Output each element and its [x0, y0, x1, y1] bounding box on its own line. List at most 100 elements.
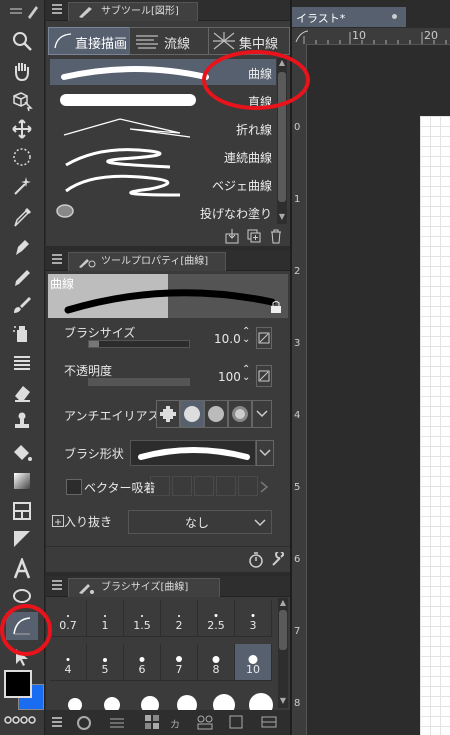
brush-size-value[interactable]: 10.0 [214, 332, 241, 346]
antialias-strong[interactable] [228, 400, 252, 428]
material-icon[interactable] [228, 714, 244, 730]
tool-frame[interactable] [6, 498, 38, 524]
layer-icon[interactable] [260, 714, 278, 730]
ruler-left: 0 1 2 3 4 5 6 7 8 [292, 44, 307, 735]
tool-move[interactable] [6, 116, 38, 142]
antialias-weak[interactable] [180, 400, 204, 428]
brush-shape-select[interactable] [130, 440, 256, 466]
color-slider-icon[interactable] [108, 715, 126, 731]
tool-brush[interactable] [6, 292, 38, 318]
tool-gradient[interactable] [6, 468, 38, 494]
size-cell[interactable]: 2 [161, 600, 198, 637]
size-cell[interactable]: 3 [235, 600, 272, 637]
antialias-none[interactable] [156, 400, 180, 428]
brush-size-slider[interactable] [88, 340, 190, 348]
duplicate-icon[interactable] [246, 228, 262, 244]
import-icon[interactable] [224, 228, 240, 244]
size-cell[interactable]: 4 [50, 644, 87, 681]
tool-selection[interactable] [6, 144, 38, 170]
tool-decoration[interactable] [6, 350, 38, 376]
brushsize-tab[interactable]: ブラシサイズ[曲線] [68, 578, 220, 597]
opacity-value[interactable]: 100 [218, 370, 241, 384]
subtool-item-continuous-curve[interactable]: 連続曲線 [50, 143, 276, 169]
property-tab[interactable]: ツールプロパティ[曲線] [68, 252, 226, 271]
tab-direct-draw[interactable]: 直接描画 [48, 27, 130, 55]
subtool-item-lasso-fill[interactable]: 投げなわ塗り [50, 199, 276, 225]
opacity-slider[interactable] [88, 378, 190, 386]
color-set-icon[interactable] [144, 714, 160, 730]
curve-preview-stroke [64, 289, 276, 314]
antialias-dropdown[interactable] [252, 400, 272, 428]
brush-size-grid: 0.7 1 1.5 2 2.5 3 4 5 6 7 8 10 [50, 600, 276, 717]
size-cell[interactable]: 5 [87, 644, 124, 681]
subtool-item-bezier[interactable]: ベジェ曲線 [50, 171, 276, 197]
unsaved-dot-icon[interactable] [392, 14, 397, 19]
antialias-medium[interactable] [204, 400, 228, 428]
scroll-down-icon[interactable]: ▼ [279, 696, 287, 706]
wrench-icon[interactable] [270, 552, 286, 568]
main-color-swatch[interactable] [4, 670, 32, 698]
chevron-down-icon [259, 449, 271, 457]
antialias-selector[interactable] [156, 400, 272, 428]
vector-snap-checkbox[interactable] [66, 479, 82, 495]
brush-size-pressure-button[interactable] [256, 327, 272, 349]
tool-airbrush[interactable] [6, 320, 38, 346]
size-cell[interactable]: 2.5 [198, 600, 235, 637]
size-cell[interactable]: 6 [124, 644, 161, 681]
size-cell[interactable]: 8 [198, 644, 235, 681]
panel-menu-icon[interactable] [52, 254, 62, 264]
scroll-up-icon[interactable]: ▲ [279, 598, 287, 608]
brush-shape-dropdown[interactable] [256, 440, 274, 466]
entry-exit-expand[interactable] [52, 515, 64, 527]
tool-eraser[interactable] [6, 380, 38, 406]
color-wheel-icon[interactable] [76, 715, 92, 731]
panel-menu-icon[interactable] [52, 4, 62, 14]
tool-blend[interactable] [6, 408, 38, 434]
scroll-thumb[interactable] [279, 610, 287, 650]
size-cell[interactable]: 1 [87, 600, 124, 637]
size-cell[interactable]: 1.5 [124, 600, 161, 637]
entry-exit-select[interactable]: なし [128, 510, 272, 534]
tool-auto-select[interactable] [6, 172, 38, 198]
canvas-paper[interactable] [420, 116, 450, 735]
chevron-right-icon[interactable] [258, 480, 270, 494]
panel-menu-icon[interactable] [52, 580, 62, 590]
transparent-color-switch[interactable] [4, 714, 40, 724]
tool-zoom[interactable] [6, 28, 38, 54]
collapse-handle[interactable] [6, 3, 38, 21]
subtool-item-label: 投げなわ塗り [199, 207, 272, 221]
stopwatch-icon[interactable] [248, 552, 264, 568]
tool-property-panel: ツールプロパティ[曲線] 曲線 ブラシサイズ 10.0 ⌃ ⌄ 不透明度 100 … [46, 250, 290, 572]
document-tab[interactable]: イラスト* [292, 7, 406, 27]
paint-bucket-icon [14, 445, 32, 461]
size-cell[interactable]: 7 [161, 644, 198, 681]
panel-menu-icon[interactable] [52, 717, 62, 727]
vector-snap-options[interactable] [150, 476, 258, 496]
bezier-curve-preview [65, 174, 181, 197]
tab-glyph[interactable]: カ [170, 716, 180, 731]
opacity-spinner[interactable]: ⌃ ⌄ [242, 365, 250, 383]
tool-eyedropper[interactable] [6, 204, 38, 230]
tool-hand[interactable] [6, 58, 38, 84]
subtool-item-label: 連続曲線 [223, 151, 272, 165]
highlight-ring-curve [202, 50, 310, 110]
ruler-triangle-icon [14, 531, 30, 547]
lock-icon[interactable] [270, 300, 282, 314]
history-icon[interactable] [196, 714, 214, 730]
tool-ruler[interactable] [6, 526, 38, 552]
tool-pen[interactable] [6, 234, 38, 260]
tool-text[interactable] [6, 556, 38, 582]
size-cell[interactable]: 0.7 [50, 600, 87, 637]
tab-streamline[interactable]: 流線 [129, 27, 209, 55]
opacity-pressure-button[interactable] [256, 365, 272, 387]
subtool-tab[interactable]: サブツール[図形] [68, 2, 198, 21]
tool-pencil[interactable] [6, 264, 38, 290]
size-cell-selected[interactable]: 10 [235, 644, 272, 681]
tool-object[interactable] [6, 88, 38, 114]
subtool-item-polyline[interactable]: 折れ線 [50, 115, 276, 141]
trash-icon[interactable] [268, 228, 284, 244]
brush-size-spinner[interactable]: ⌃ ⌄ [242, 327, 250, 345]
scroll-down-icon[interactable]: ▼ [278, 212, 286, 222]
brushsize-scrollbar[interactable]: ▲ ▼ [278, 598, 288, 708]
tool-fill[interactable] [6, 440, 38, 466]
